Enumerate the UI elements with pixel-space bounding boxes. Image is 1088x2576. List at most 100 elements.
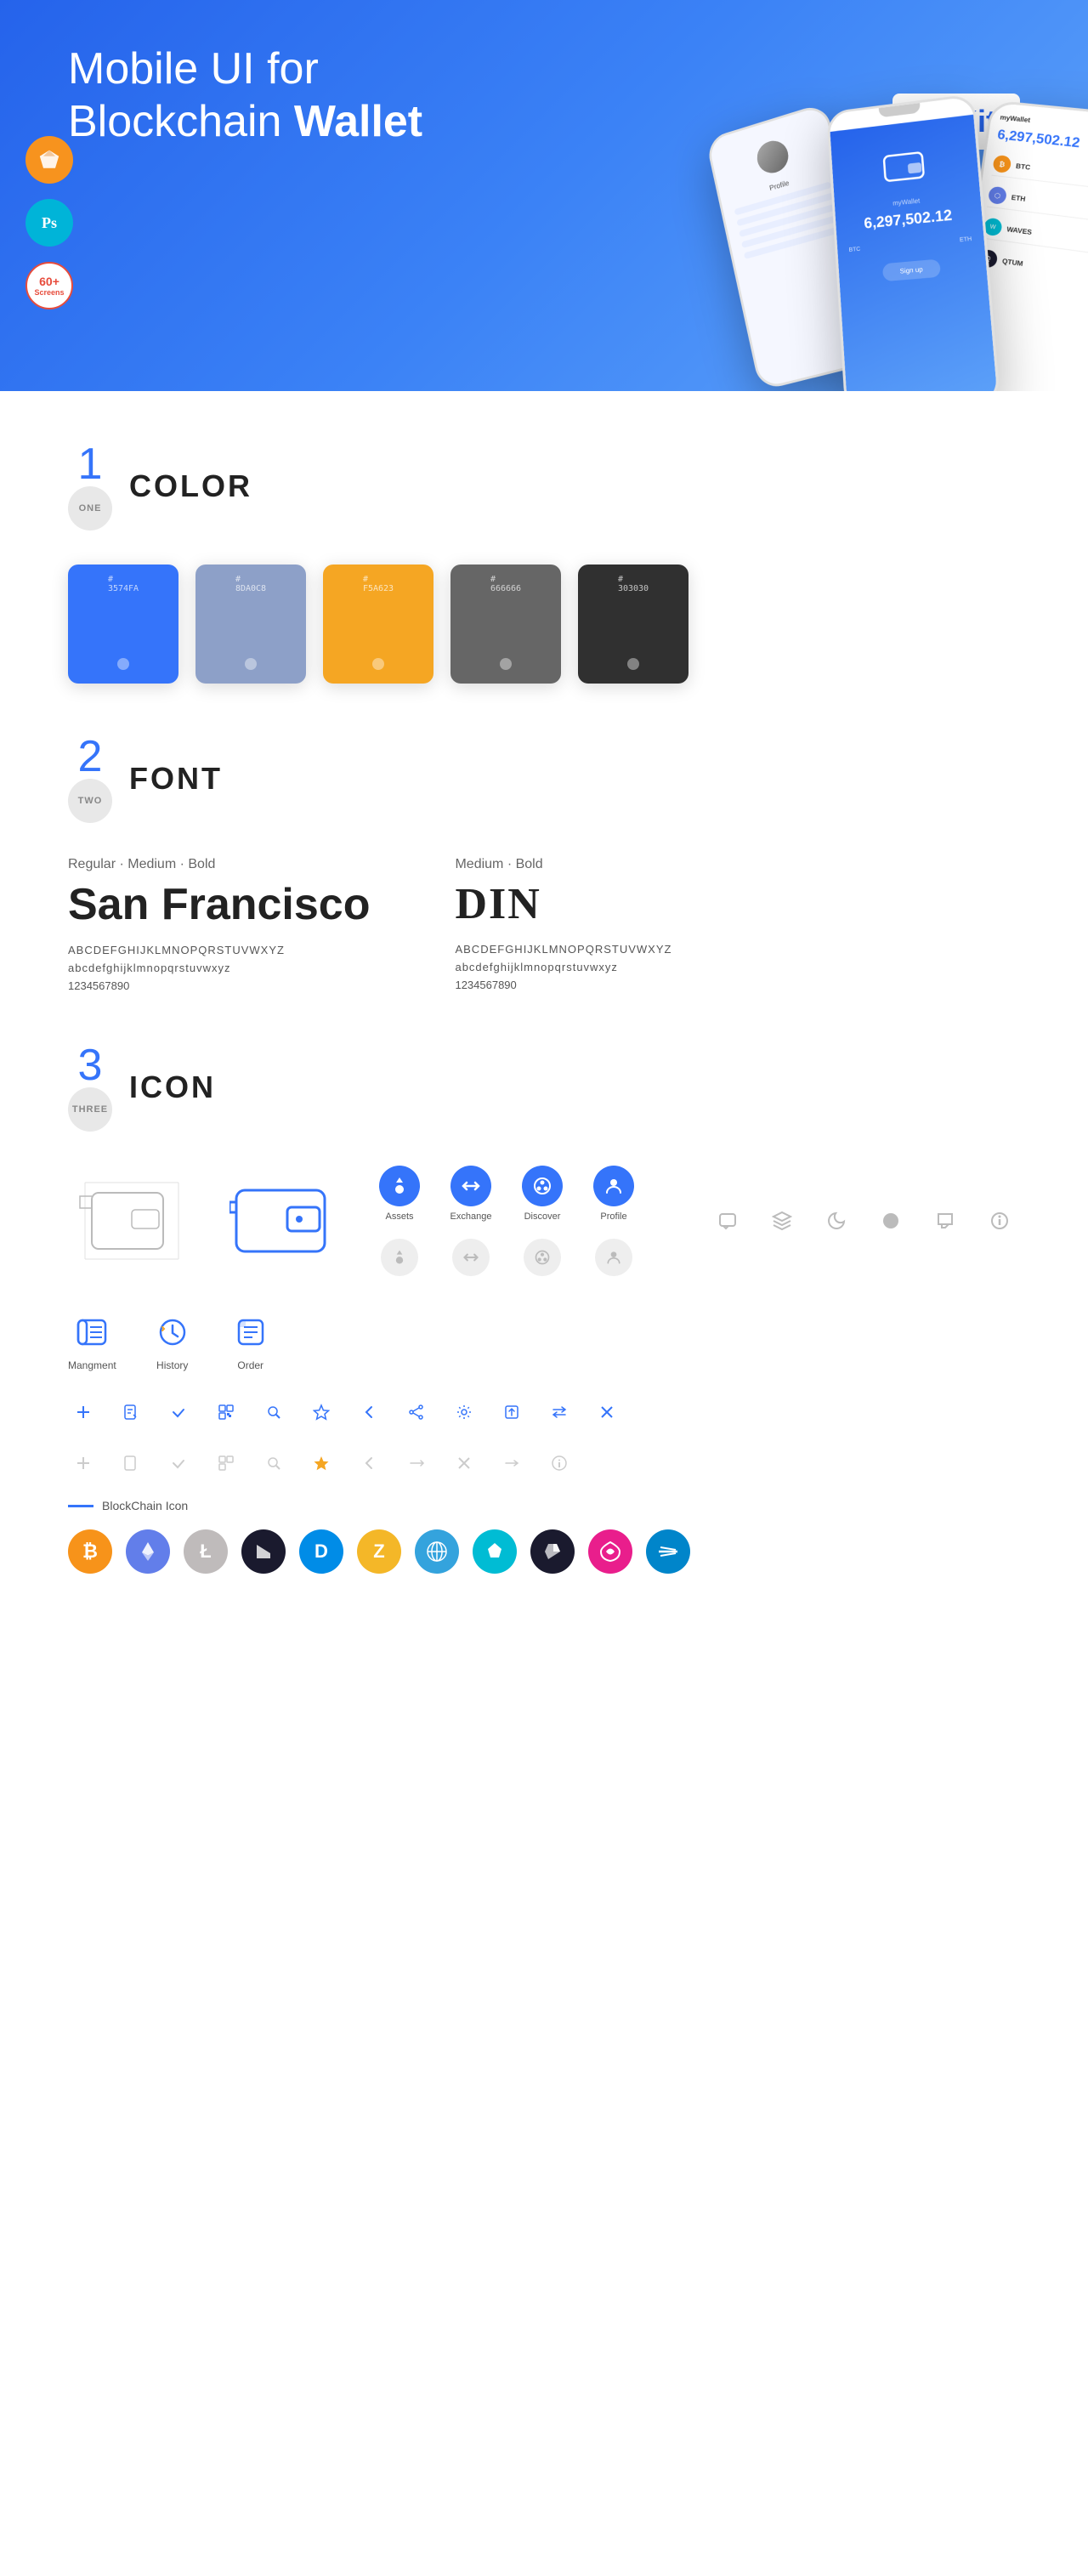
wallet-solid-icon (230, 1177, 332, 1266)
sf-lowercase: abcdefghijklmnopqrstuvwxyz (68, 962, 370, 974)
arrow-left-right-icon (401, 1448, 432, 1478)
screens-count-badge: 60+ Screens (26, 262, 73, 309)
color-swatch-gray: #666666 (450, 565, 561, 684)
exchange-icon (450, 1166, 491, 1206)
star-active-icon (306, 1448, 337, 1478)
polkadot-icon (588, 1529, 632, 1574)
color-section-header: 1 ONE COLOR (68, 442, 1020, 531)
management-icon-item: Mangment (68, 1310, 116, 1371)
hero-title-bold: Wallet (294, 97, 422, 146)
din-numbers: 1234567890 (455, 979, 672, 991)
icon-section-number: 3 THREE (68, 1043, 112, 1132)
circle-icon (870, 1200, 911, 1241)
color-swatch-dark: #303030 (578, 565, 688, 684)
nav-icons-active-row: Assets Exchange (374, 1166, 639, 1222)
qr-gray-icon (211, 1448, 241, 1478)
color-swatches-container: #3574FA #8DA0C8 #F5A623 #666666 #303030 (68, 565, 1020, 684)
qr-code-icon (211, 1397, 241, 1427)
ark-icon (473, 1529, 517, 1574)
arrow-right-gray-icon (496, 1448, 527, 1478)
blockchain-line-decoration (68, 1505, 94, 1507)
misc-icons-row-2 (68, 1448, 1020, 1478)
search-icon (258, 1397, 289, 1427)
exchange-icon-inactive (445, 1239, 496, 1276)
color-swatch-slate: #8DA0C8 (196, 565, 306, 684)
font-din: Medium · Bold DIN ABCDEFGHIJKLMNOPQRSTUV… (455, 857, 672, 992)
font-title: FONT (129, 761, 223, 797)
misc-icons-group (707, 1200, 1020, 1241)
sf-font-name: San Francisco (68, 879, 370, 930)
icon-section-header: 3 THREE ICON (68, 1043, 1020, 1132)
info-icon (979, 1200, 1020, 1241)
plus-icon (68, 1397, 99, 1427)
nav-icons-group: Assets Exchange (374, 1166, 639, 1276)
bitcoin-icon: ₿ (68, 1529, 112, 1574)
dash-icon: D (299, 1529, 343, 1574)
font-section-number: 2 TWO (68, 735, 112, 823)
color-swatch-orange: #F5A623 (323, 565, 434, 684)
profile-icon (593, 1166, 634, 1206)
speech-bubble-icon (925, 1200, 966, 1241)
assets-icon-inactive (374, 1239, 425, 1276)
x-gray-icon (449, 1448, 479, 1478)
profile-icon-item: Profile (588, 1166, 639, 1222)
search-gray-icon (258, 1448, 289, 1478)
document-edit-icon (116, 1397, 146, 1427)
star-icon (306, 1397, 337, 1427)
icon-title: ICON (129, 1070, 216, 1105)
checkmark-gray-icon (163, 1448, 194, 1478)
chevron-left-gray-icon (354, 1448, 384, 1478)
sf-uppercase: ABCDEFGHIJKLMNOPQRSTUVWXYZ (68, 944, 370, 956)
din-uppercase: ABCDEFGHIJKLMNOPQRSTUVWXYZ (455, 943, 672, 956)
order-icon (229, 1310, 273, 1354)
phone-mockups: Profile myWallet (657, 87, 1088, 391)
discover-icon-inactive (517, 1239, 568, 1276)
assets-icon-item: Assets (374, 1166, 425, 1222)
hero-title-text: Mobile UI for Blockchain (68, 44, 319, 146)
plus-gray-icon (68, 1448, 99, 1478)
info-gray-icon (544, 1448, 575, 1478)
discover-icon (522, 1166, 563, 1206)
management-icon (70, 1310, 114, 1354)
zcash-icon: Z (357, 1529, 401, 1574)
color-swatch-blue: #3574FA (68, 565, 178, 684)
settings-icon (449, 1397, 479, 1427)
assets-icon (379, 1166, 420, 1206)
litecoin-icon: Ł (184, 1529, 228, 1574)
photoshop-badge: Ps (26, 199, 73, 247)
upload-icon (496, 1397, 527, 1427)
nav-icons-inactive-row (374, 1239, 639, 1276)
stratis-icon (530, 1529, 575, 1574)
main-content: 1 ONE COLOR #3574FA #8DA0C8 #F5A623 #666… (0, 442, 1088, 1625)
checkmark-icon (163, 1397, 194, 1427)
neo-icon (241, 1529, 286, 1574)
chevron-left-icon (354, 1397, 384, 1427)
font-sf: Regular · Medium · Bold San Francisco AB… (68, 857, 370, 992)
sf-numbers: 1234567890 (68, 979, 370, 992)
discover-icon-item: Discover (517, 1166, 568, 1222)
history-icon-item: History (150, 1310, 195, 1371)
document-gray-icon (116, 1448, 146, 1478)
color-section-number: 1 ONE (68, 442, 112, 531)
color-title: COLOR (129, 468, 252, 504)
exchange-icon-item: Exchange (445, 1166, 496, 1222)
layers-icon (762, 1200, 802, 1241)
management-icons-row: Mangment History (68, 1310, 1020, 1371)
close-icon (592, 1397, 622, 1427)
crypto-icons-row: ₿ Ł D Z (68, 1529, 1020, 1574)
order-icon-item: Order (229, 1310, 273, 1371)
blockchain-label: BlockChain Icon (68, 1499, 1020, 1512)
share-icon (401, 1397, 432, 1427)
hero-title: Mobile UI for Blockchain Wallet (68, 43, 493, 149)
font-showcase: Regular · Medium · Bold San Francisco AB… (68, 857, 1020, 992)
lattice-icon (415, 1529, 459, 1574)
crescent-icon (816, 1200, 857, 1241)
icon-showcase: Assets Exchange (68, 1166, 1020, 1625)
profile-icon-inactive (588, 1239, 639, 1276)
comment-icon (707, 1200, 748, 1241)
stellar-icon (646, 1529, 690, 1574)
din-font-name: DIN (455, 879, 672, 929)
hero-section: Mobile UI for Blockchain Wallet UI Kit P… (0, 0, 1088, 391)
wallet-wireframe-icon (68, 1166, 187, 1276)
tool-badges: Ps 60+ Screens (26, 136, 73, 309)
